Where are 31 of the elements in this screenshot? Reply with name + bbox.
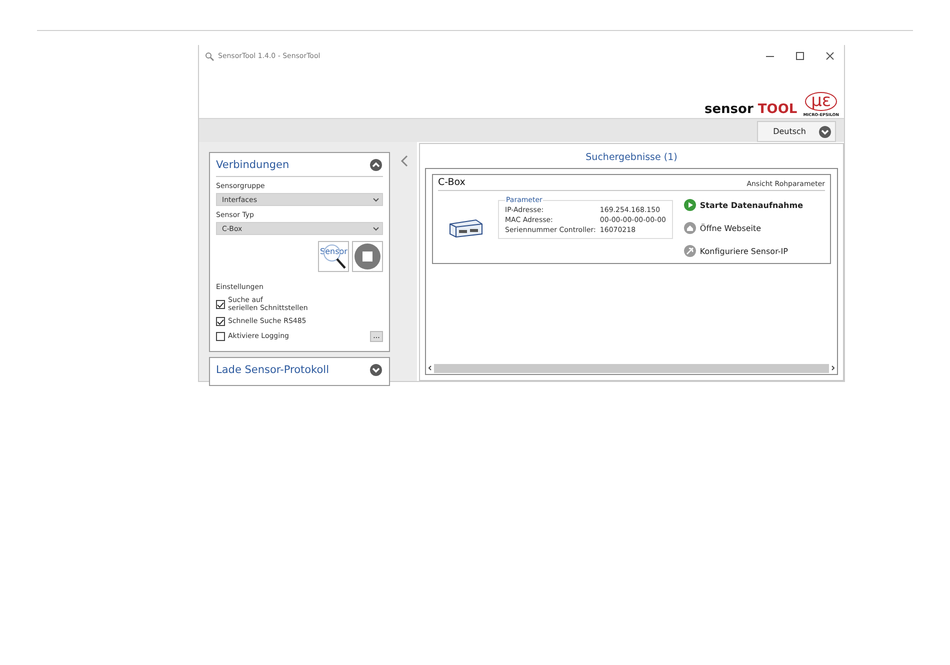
checkbox[interactable] [216,300,225,310]
network-icon [684,245,696,257]
stop-icon [353,242,382,271]
search-sensor-button[interactable]: Sensor [318,241,349,272]
check-icon [217,318,224,325]
action-button[interactable]: Starte Datenaufnahme [684,199,803,211]
logo-mark: με [805,92,838,111]
checkbox[interactable] [216,317,225,326]
language-dropdown[interactable]: Deutsch [757,121,836,142]
scroll-left-icon [426,364,434,372]
checkbox[interactable] [216,332,225,342]
collapse-icon [400,155,408,167]
action-button[interactable]: Konfiguriere Sensor-IP [684,245,803,257]
stop-button[interactable] [352,241,383,272]
section-title[interactable]: Verbindungen [216,158,290,170]
scroll-right-icon [829,364,837,372]
brand-name: sensor TOOL [704,102,798,117]
caret-icon [373,198,379,202]
play-icon [684,199,696,211]
action-button[interactable]: Öffne Webseite [684,222,803,234]
results-title: Suchergebnisse (1) [586,152,678,163]
device-name: C-Box [438,177,466,188]
horizontal-scrollbar[interactable] [426,363,837,373]
magnifier-icon [205,52,214,60]
check-icon [217,302,224,308]
chevron-icon [819,126,831,138]
caret-icon [373,226,379,230]
close-icon [826,52,834,60]
home-icon [684,222,696,234]
maximize-icon [796,52,804,60]
section-title[interactable]: Lade Sensor-Protokoll [216,364,330,376]
